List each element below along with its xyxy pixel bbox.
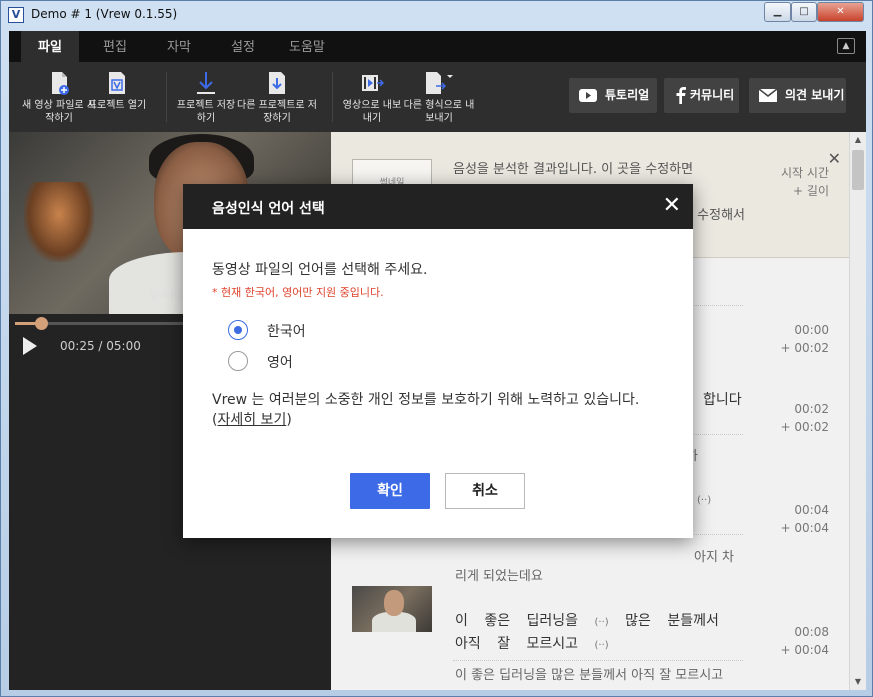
header-time-legend: 시작 시간 + 길이 [781,164,829,200]
save-project-button[interactable]: 프로젝트 저장하기 [176,70,236,125]
english-label[interactable]: 영어 [267,352,293,372]
seek-bar-handle[interactable] [35,317,49,330]
play-icon[interactable] [23,337,37,355]
row-main-text-line-2[interactable]: 아직 잘 모르시고 (··) [455,633,609,657]
confirm-button[interactable]: 확인 [350,473,430,509]
row-time: 00:08 + 00:04 [781,623,829,659]
close-window-button[interactable]: ✕ [817,2,864,22]
export-format-icon [426,72,453,94]
save-project-icon [197,72,215,94]
menu-help[interactable]: 도움말 [289,31,325,62]
korean-label[interactable]: 한국어 [267,321,306,341]
row-start-time: 00:00 [794,323,829,337]
dialog-header: 음성인식 언어 선택 ✕ [183,184,693,229]
dialog-note: * 현재 한국어, 영어만 지원 중입니다. [212,286,384,299]
menu-settings[interactable]: 설정 [231,31,255,62]
privacy-notice: Vrew 는 여러분의 소중한 개인 정보를 보호하기 위해 노력하고 있습니다… [212,392,640,428]
row-thumbnail[interactable] [352,586,432,632]
pause-marker: (··) [697,495,712,506]
toolbar-divider [166,72,167,122]
scrollbar-thumb[interactable] [852,150,864,190]
playback-time: 00:25 / 05:00 [60,339,141,353]
start-time-label: 시작 시간 [781,166,829,180]
send-feedback-button[interactable]: 의견 보내기 [749,78,846,113]
save-as-icon [269,72,285,94]
save-project-label: 프로젝트 저장하기 [176,100,236,124]
dialog-title: 음성인식 언어 선택 [212,201,325,217]
close-header-icon[interactable]: ✕ [828,149,841,168]
open-project-button[interactable]: 프로젝트 열기 [87,70,147,112]
row-sub-fragment[interactable]: 아지 차 [694,546,734,565]
video-frame-lamp [24,182,94,262]
tutorial-label: 튜토리얼 [605,88,650,102]
row-main-line-2: 아직 잘 모르시고 [455,636,579,652]
length-label: + 길이 [793,184,829,198]
save-as-button[interactable]: 다른 프로젝트로 저장하기 [237,70,317,125]
row-time: 00:04 + 00:04 [781,501,829,537]
row-time: 00:02 + 00:02 [781,400,829,436]
new-file-icon [52,72,69,95]
row-length: + 00:02 [780,341,829,355]
export-format-label: 다른 형식으로 내보내기 [403,100,475,124]
language-select-dialog: 음성인식 언어 선택 ✕ 동영상 파일의 언어를 선택해 주세요. * 현재 한… [183,184,693,538]
export-video-label: 영상으로 내보내기 [342,100,402,124]
new-video-project-label: 새 영상 파일로 시작하기 [22,100,96,124]
english-radio[interactable] [228,351,248,371]
dialog-question: 동영상 파일의 언어를 선택해 주세요. [212,262,428,278]
cancel-button[interactable]: 취소 [445,473,525,509]
toolbar: 새 영상 파일로 시작하기 프로젝트 열기 프로젝트 저장하기 다른 프로젝트로… [9,62,866,132]
send-feedback-label: 의견 보내기 [785,88,845,102]
youtube-icon [579,89,597,102]
row-main-line-1b: 많은 분들께서 [625,613,719,629]
menu-subtitle[interactable]: 자막 [167,31,191,62]
menu-edit[interactable]: 편집 [103,31,127,62]
dialog-close-icon[interactable]: ✕ [663,193,681,218]
open-project-label: 프로젝트 열기 [87,100,147,111]
korean-radio[interactable] [228,320,248,340]
pause-marker: (··) [594,640,609,651]
scroll-up-icon[interactable]: ▲ [850,132,866,148]
window-title: Demo # 1 (Vrew 0.1.55) [31,7,178,21]
facebook-icon [676,87,686,104]
row-length: + 00:04 [780,643,829,657]
row-time: 00:00 + 00:02 [781,321,829,357]
menu-bar: 파일 편집 자막 설정 도움말 ▲ [9,31,866,62]
row-start-time: 00:08 [794,625,829,639]
vrew-logo-icon: V [8,7,24,23]
open-project-icon [109,72,125,94]
save-as-label: 다른 프로젝트로 저장하기 [237,100,317,124]
community-button[interactable]: 커뮤니티 [664,78,739,113]
tutorial-button[interactable]: 튜토리얼 [569,78,657,113]
pause-marker: (··) [594,617,609,628]
row-sub-text[interactable]: 리게 되었는데요 [455,566,745,587]
row-length: + 00:02 [780,420,829,434]
option-english[interactable]: 영어 [228,351,428,373]
title-bar[interactable]: V Demo # 1 (Vrew 0.1.55) ▁ □ ✕ [1,1,872,31]
row-main-text[interactable]: 이 좋은 딥러닝을 (··) 많은 분들께서 [455,610,719,634]
scroll-down-icon[interactable]: ▼ [850,674,866,690]
row-length: + 00:04 [780,521,829,535]
export-format-button[interactable]: 다른 형식으로 내보내기 [403,70,475,125]
app-window: V Demo # 1 (Vrew 0.1.55) ▁ □ ✕ 파일 편집 자막 … [0,0,873,697]
row-main-line-1: 이 좋은 딥러닝을 [455,613,579,629]
maximize-button[interactable]: □ [791,2,817,22]
menu-file[interactable]: 파일 [21,31,79,62]
row-text-fragment[interactable]: 합니다 [703,389,742,409]
toolbar-divider [332,72,333,122]
row-start-time: 00:02 [794,402,829,416]
subtitle-scrollbar[interactable]: ▲ ▼ [849,132,866,690]
minimize-button[interactable]: ▁ [764,2,791,22]
export-video-icon [362,75,384,91]
option-korean[interactable]: 한국어 [228,320,428,342]
header-instructions-line-1: 음성을 분석한 결과입니다. 이 곳을 수정하면 [453,162,694,177]
mail-icon [759,88,777,102]
export-video-button[interactable]: 영상으로 내보내기 [342,70,402,125]
privacy-text: Vrew 는 여러분의 소중한 개인 정보를 보호하기 위해 노력하고 있습니다… [212,392,640,408]
privacy-details-link[interactable]: 자세히 보기 [217,412,286,428]
community-label: 커뮤니티 [690,88,735,102]
row-sub-text[interactable]: 이 좋은 딥러닝을 많은 분들께서 아직 잘 모르시고 [455,665,745,686]
row-divider [453,660,743,661]
row-start-time: 00:04 [794,503,829,517]
collapse-toolbar-icon[interactable]: ▲ [837,38,855,54]
